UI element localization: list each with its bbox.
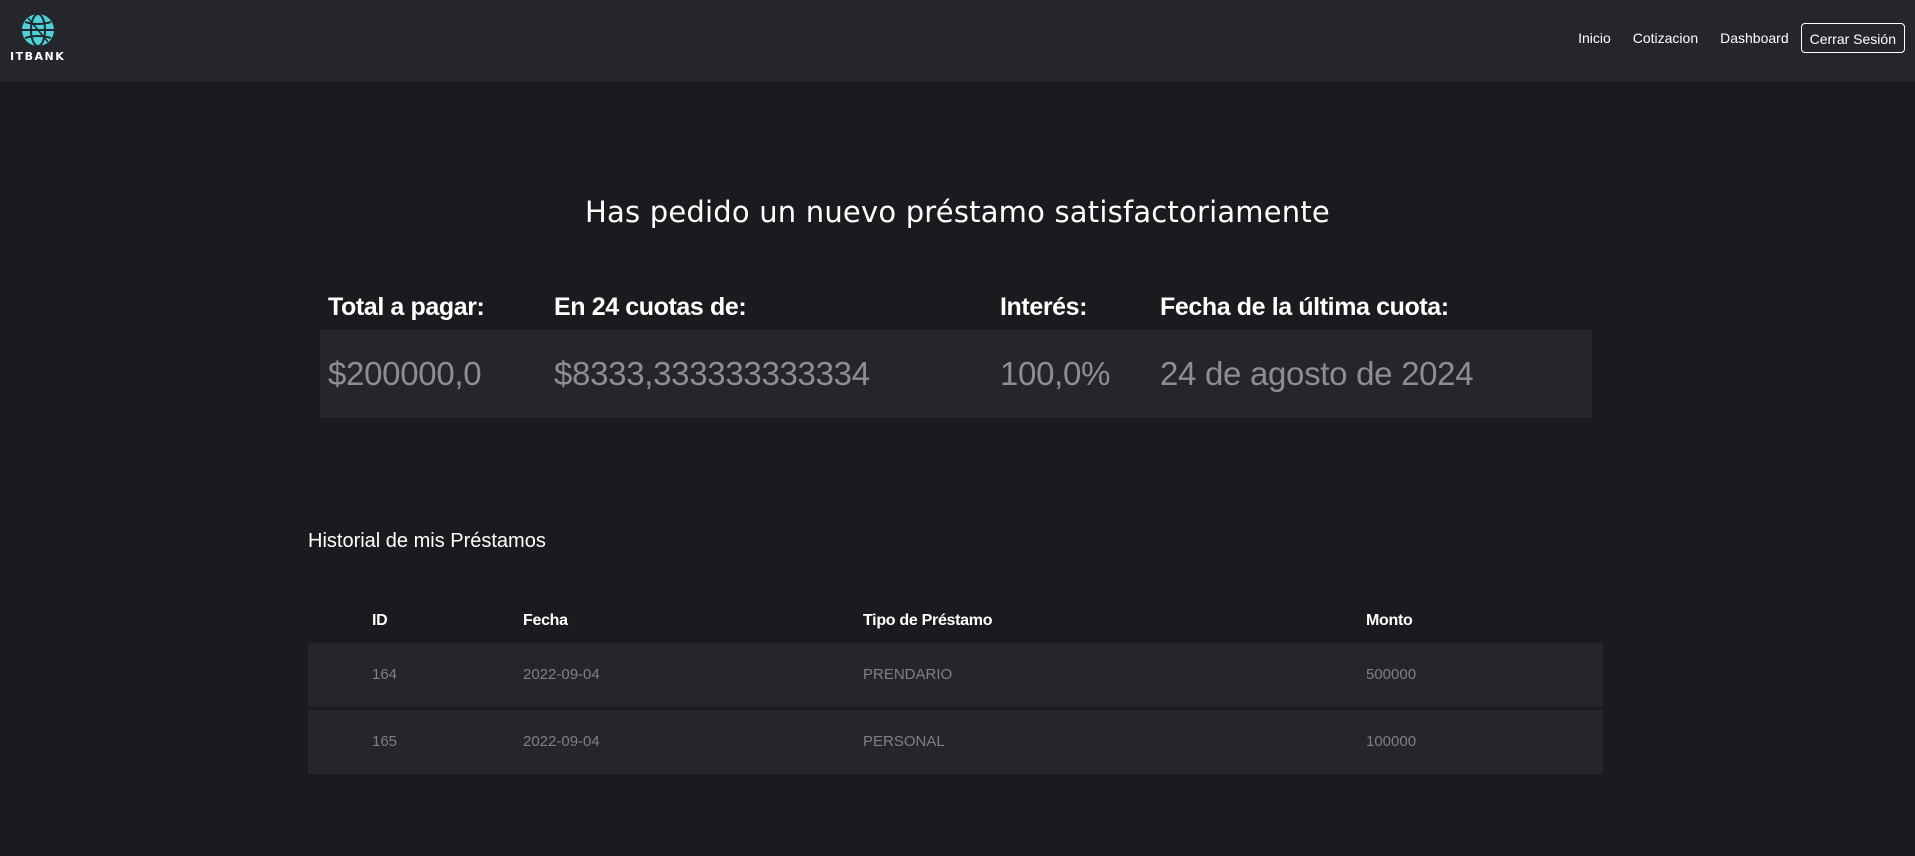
nav-link-dashboard[interactable]: Dashboard [1709, 22, 1800, 54]
loan-summary-header: Total a pagar: En 24 cuotas de: Interés:… [320, 285, 1592, 330]
value-cuotas: $8333,333333333334 [554, 355, 870, 392]
logout-button[interactable]: Cerrar Sesión [1800, 23, 1905, 53]
nav-link-inicio[interactable]: Inicio [1567, 22, 1622, 54]
history-title: Historial de mis Préstamos [308, 530, 546, 552]
cell-id: 164 [372, 666, 398, 683]
table-row: 165 2022-09-04 PERSONAL 100000 [308, 710, 1603, 774]
history-header-row: ID Fecha Tipo de Préstamo Monto [308, 608, 1603, 643]
cell-id: 165 [372, 733, 398, 750]
value-interes: 100,0% [1000, 355, 1111, 392]
loan-summary-row: $200000,0 $8333,333333333334 100,0% 24 d… [320, 330, 1592, 418]
cell-monto: 100000 [1366, 733, 1417, 750]
success-title: Has pedido un nuevo préstamo satisfactor… [585, 195, 1330, 229]
column-header-monto: Monto [1366, 612, 1413, 629]
header-fecha: Fecha de la última cuota: [1160, 293, 1449, 321]
header-cuotas: En 24 cuotas de: [554, 293, 747, 321]
navbar: ITBANK Inicio Cotizacion Dashboard Cerra… [0, 0, 1915, 82]
cell-fecha: 2022-09-04 [523, 733, 600, 750]
table-row: 164 2022-09-04 PRENDARIO 500000 [308, 643, 1603, 707]
header-total: Total a pagar: [328, 293, 485, 321]
cell-fecha: 2022-09-04 [523, 666, 600, 683]
column-header-tipo: Tipo de Préstamo [863, 612, 993, 629]
value-total: $200000,0 [328, 355, 482, 392]
loan-history-table: ID Fecha Tipo de Préstamo Monto 164 2022… [308, 608, 1603, 777]
cell-monto: 500000 [1366, 666, 1417, 683]
cell-tipo: PRENDARIO [863, 666, 953, 683]
nav-link-cotizacion[interactable]: Cotizacion [1622, 22, 1709, 54]
cell-tipo: PERSONAL [863, 733, 945, 750]
brand[interactable]: ITBANK [10, 12, 70, 68]
header-interes: Interés: [1000, 293, 1088, 321]
loan-summary-table: Total a pagar: En 24 cuotas de: Interés:… [320, 285, 1592, 418]
column-header-id: ID [372, 612, 388, 629]
column-header-fecha: Fecha [523, 612, 568, 629]
globe-icon [22, 13, 54, 47]
value-fecha: 24 de agosto de 2024 [1160, 355, 1474, 392]
main-nav: Inicio Cotizacion Dashboard Cerrar Sesió… [1567, 22, 1905, 54]
brand-name: ITBANK [10, 50, 66, 63]
